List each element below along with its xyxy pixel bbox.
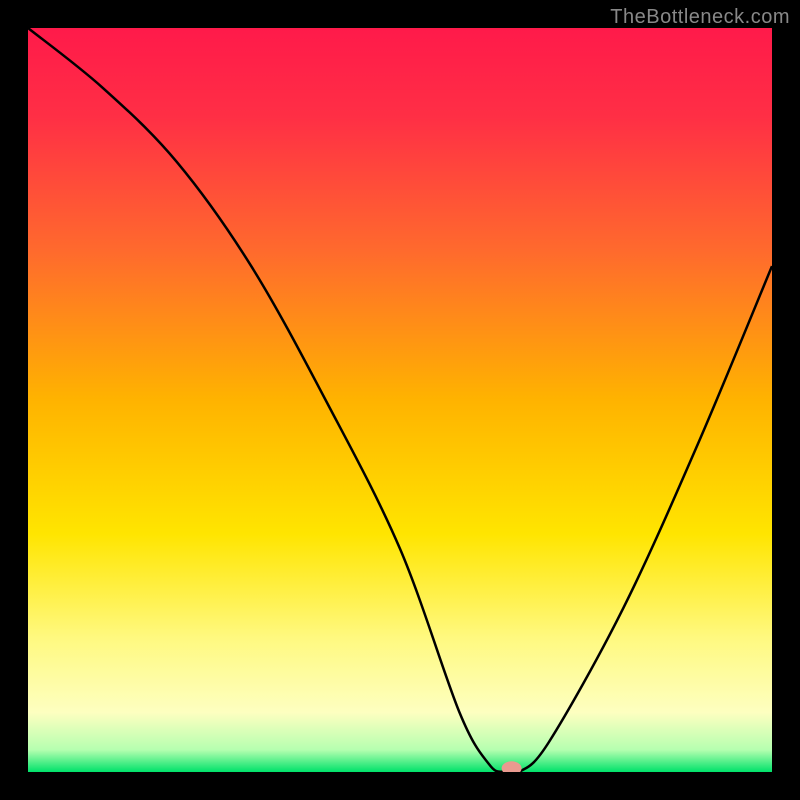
chart-area	[28, 28, 772, 772]
chart-background	[28, 28, 772, 772]
bottleneck-chart	[28, 28, 772, 772]
watermark-text: TheBottleneck.com	[610, 6, 790, 29]
